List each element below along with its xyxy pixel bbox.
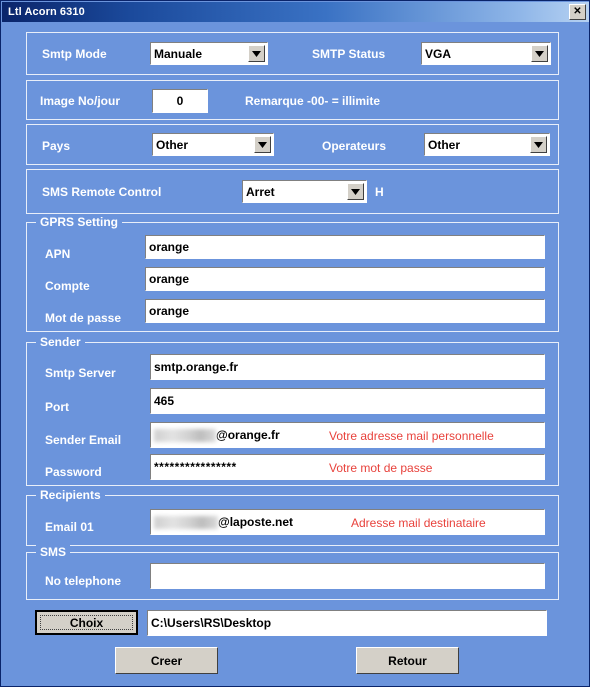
sms-remote-select[interactable]: Arret <box>242 180 367 203</box>
path-value: C:\Users\RS\Desktop <box>151 616 272 630</box>
sender-email-label: Sender Email <box>45 433 122 447</box>
choix-button-inner: Choix <box>40 615 133 630</box>
groupbox-gprs-setting: GPRS Setting APN orange Compte orange Mo… <box>26 215 559 332</box>
port-label: Port <box>45 400 69 414</box>
compte-value: orange <box>149 272 190 286</box>
email01-input[interactable]: @laposte.net Adresse mail destinataire <box>150 509 545 535</box>
no-telephone-label: No telephone <box>45 574 122 588</box>
panel-image-per-day: Image No/jour 0 Remarque -00- = illimite <box>26 80 559 120</box>
port-input[interactable]: 465 <box>150 388 545 414</box>
compte-label: Compte <box>45 279 90 293</box>
groupbox-sender: Sender Smtp Server smtp.orange.fr Port 4… <box>26 335 559 486</box>
chevron-down-icon[interactable] <box>530 136 547 153</box>
image-per-day-value: 0 <box>176 94 184 108</box>
gprs-setting-caption: GPRS Setting <box>36 215 123 229</box>
sms-remote-unit: H <box>375 185 384 199</box>
panel-country-operator: Pays Other Operateurs Other <box>26 124 559 165</box>
retour-button[interactable]: Retour <box>356 647 459 674</box>
sms-remote-label: SMS Remote Control <box>42 185 162 199</box>
operateurs-value: Other <box>428 137 461 152</box>
chevron-down-icon[interactable] <box>347 183 364 200</box>
operateurs-select[interactable]: Other <box>424 133 550 156</box>
title-bar: Ltl Acorn 6310 ✕ <box>2 2 589 22</box>
smtp-status-select[interactable]: VGA <box>421 42 551 65</box>
groupbox-sms: SMS No telephone <box>26 545 559 600</box>
chevron-down-icon[interactable] <box>248 45 265 62</box>
window-title: Ltl Acorn 6310 <box>8 6 85 18</box>
image-per-day-remark: Remarque -00- = illimite <box>245 94 381 108</box>
smtp-mode-select[interactable]: Manuale <box>150 42 268 65</box>
image-per-day-input[interactable]: 0 <box>152 89 208 113</box>
sender-email-redaction <box>154 428 216 442</box>
close-icon[interactable]: ✕ <box>569 4 586 20</box>
chevron-down-icon[interactable] <box>254 136 271 153</box>
sms-remote-value: Arret <box>246 184 275 199</box>
compte-input[interactable]: orange <box>145 267 545 291</box>
smtp-server-value: smtp.orange.fr <box>154 360 239 374</box>
apn-label: APN <box>45 247 71 261</box>
path-input[interactable]: C:\Users\RS\Desktop <box>147 610 547 636</box>
app-window: Ltl Acorn 6310 ✕ Smtp Mode Manuale SMTP … <box>0 0 590 687</box>
creer-button[interactable]: Creer <box>115 647 218 674</box>
sms-caption: SMS <box>36 545 71 559</box>
password-input[interactable]: **************** Votre mot de passe <box>150 454 545 480</box>
apn-value: orange <box>149 240 190 254</box>
panel-smtp-mode: Smtp Mode Manuale SMTP Status VGA <box>26 32 559 75</box>
mot-de-passe-value: orange <box>149 304 190 318</box>
recipients-caption: Recipients <box>36 488 105 502</box>
groupbox-recipients: Recipients Email 01 @laposte.net Adresse… <box>26 488 559 546</box>
image-per-day-label: Image No/jour <box>40 94 121 108</box>
smtp-mode-value: Manuale <box>154 46 203 61</box>
pays-select[interactable]: Other <box>152 133 274 156</box>
password-hint: Votre mot de passe <box>329 461 433 475</box>
panel-sms-remote: SMS Remote Control Arret H <box>26 169 559 214</box>
smtp-mode-label: Smtp Mode <box>42 47 107 61</box>
smtp-server-label: Smtp Server <box>45 366 116 380</box>
sender-email-input[interactable]: @orange.fr Votre adresse mail personnell… <box>150 422 545 448</box>
mot-de-passe-input[interactable]: orange <box>145 299 545 323</box>
email01-hint: Adresse mail destinataire <box>351 516 486 530</box>
operateurs-label: Operateurs <box>322 139 387 153</box>
email01-label: Email 01 <box>45 520 94 534</box>
email01-redaction <box>154 515 218 529</box>
sender-caption: Sender <box>36 335 85 349</box>
password-value: **************** <box>154 460 237 474</box>
creer-button-label: Creer <box>150 653 183 668</box>
choix-button[interactable]: Choix <box>35 610 138 635</box>
chevron-down-icon[interactable] <box>531 45 548 62</box>
sender-email-value: @orange.fr <box>216 428 280 442</box>
sender-email-hint: Votre adresse mail personnelle <box>329 429 494 443</box>
smtp-status-label: SMTP Status <box>312 47 386 61</box>
email01-value: @laposte.net <box>218 515 294 529</box>
pays-label: Pays <box>42 139 71 153</box>
port-value: 465 <box>154 394 175 408</box>
choix-button-label: Choix <box>69 615 104 630</box>
smtp-server-input[interactable]: smtp.orange.fr <box>150 354 545 380</box>
password-label: Password <box>45 465 102 479</box>
retour-button-label: Retour <box>388 653 427 668</box>
smtp-status-value: VGA <box>425 46 452 61</box>
no-telephone-input[interactable] <box>150 563 545 589</box>
mot-de-passe-label: Mot de passe <box>45 311 122 325</box>
apn-input[interactable]: orange <box>145 235 545 259</box>
pays-value: Other <box>156 137 189 152</box>
